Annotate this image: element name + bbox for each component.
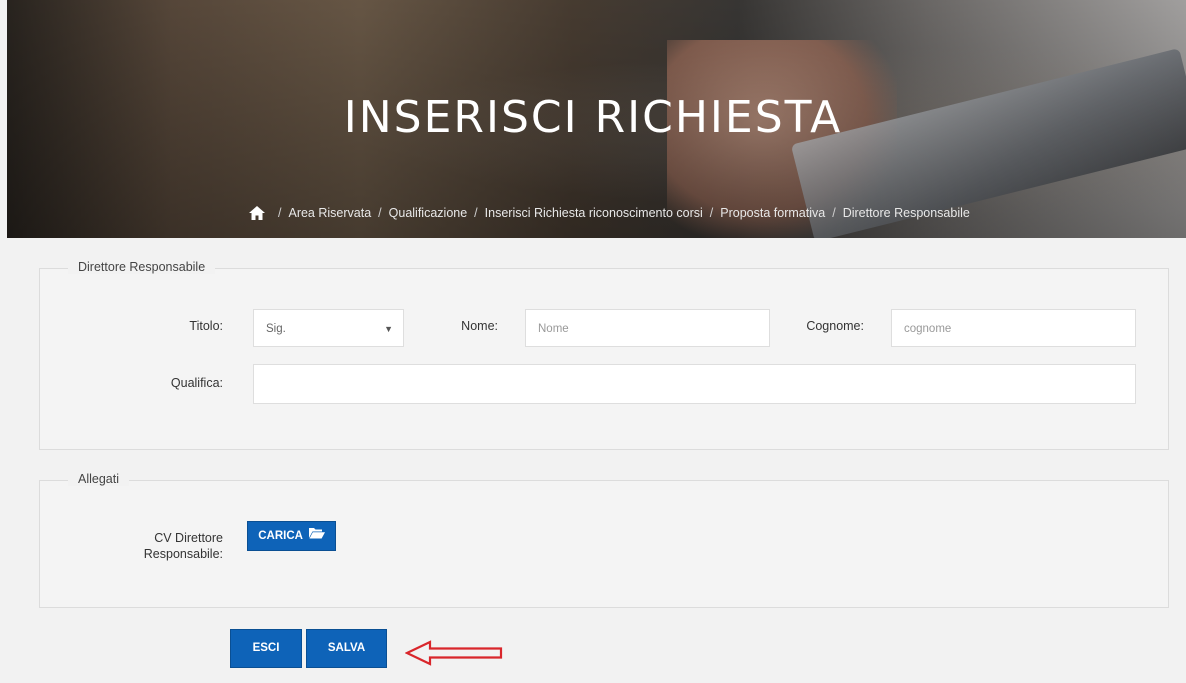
qualifica-input[interactable] — [253, 364, 1136, 404]
folder-open-icon — [308, 522, 325, 550]
salva-button[interactable]: SALVA — [306, 629, 387, 668]
nome-label: Nome: — [461, 319, 498, 333]
home-icon[interactable] — [249, 206, 265, 220]
direttore-fieldset: Direttore Responsabile — [39, 260, 1169, 450]
cognome-placeholder: cognome — [904, 323, 952, 335]
cognome-label: Cognome: — [806, 319, 864, 333]
breadcrumb: / Area Riservata / Qualificazione / Inse… — [249, 206, 970, 220]
cv-direttore-label: CV Direttore Responsabile: — [143, 531, 223, 561]
annotation-arrow-icon — [405, 640, 503, 666]
titolo-select[interactable]: Sig. ▼ — [253, 309, 404, 347]
esci-button[interactable]: ESCI — [230, 629, 302, 668]
direttore-legend: Direttore Responsabile — [68, 260, 216, 274]
carica-button[interactable]: CARICA — [247, 521, 336, 551]
qualifica-label: Qualifica: — [170, 376, 223, 390]
breadcrumb-area-riservata[interactable]: Area Riservata — [288, 206, 371, 220]
breadcrumb-current: Direttore Responsabile — [842, 206, 970, 220]
titolo-label: Titolo: — [189, 319, 223, 333]
breadcrumb-inserisci-richiesta[interactable]: Inserisci Richiesta riconoscimento corsi — [485, 206, 703, 220]
breadcrumb-proposta-formativa[interactable]: Proposta formativa — [720, 206, 825, 220]
nome-input[interactable]: Nome — [525, 309, 770, 347]
titolo-value: Sig. — [266, 323, 286, 335]
allegati-legend: Allegati — [68, 472, 129, 486]
breadcrumb-qualificazione[interactable]: Qualificazione — [389, 206, 468, 220]
caret-down-icon: ▼ — [384, 324, 393, 334]
page-title: INSERISCI RICHIESTA — [343, 92, 843, 143]
nome-placeholder: Nome — [538, 323, 569, 335]
cognome-input[interactable]: cognome — [891, 309, 1136, 347]
